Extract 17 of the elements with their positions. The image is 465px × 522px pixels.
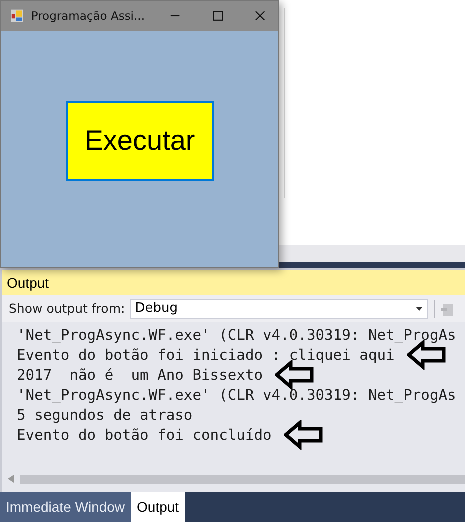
output-line: 5 segundos de atraso xyxy=(17,406,193,424)
panel-tab[interactable]: Output xyxy=(131,492,186,522)
output-line: 2017 não é um Ano Bissexto xyxy=(17,366,264,384)
panel-title: Output xyxy=(2,268,465,295)
maximize-icon[interactable] xyxy=(212,10,224,22)
output-line: 'Net_ProgAsync.WF.exe' (CLR v4.0.30319: Net_ProgAs xyxy=(17,326,456,344)
close-icon[interactable] xyxy=(255,10,266,22)
execute-button[interactable]: Executar xyxy=(66,101,214,181)
caret-icon[interactable] xyxy=(416,306,424,310)
source-dropdown[interactable]: Debug xyxy=(130,298,428,318)
panel-tab[interactable]: Immediate Window xyxy=(0,492,132,522)
app-icon xyxy=(11,9,24,23)
window-title: Programação Assi... xyxy=(31,9,146,23)
show-output-label: Show output from: xyxy=(9,301,126,316)
output-line: Evento do botão foi iniciado : cliquei aqui xyxy=(17,346,395,364)
output-line: Evento do botão foi concluído xyxy=(17,426,272,444)
output-line: 'Net_ProgAsync.WF.exe' (CLR v4.0.30319: Net_ProgAs xyxy=(17,386,456,404)
